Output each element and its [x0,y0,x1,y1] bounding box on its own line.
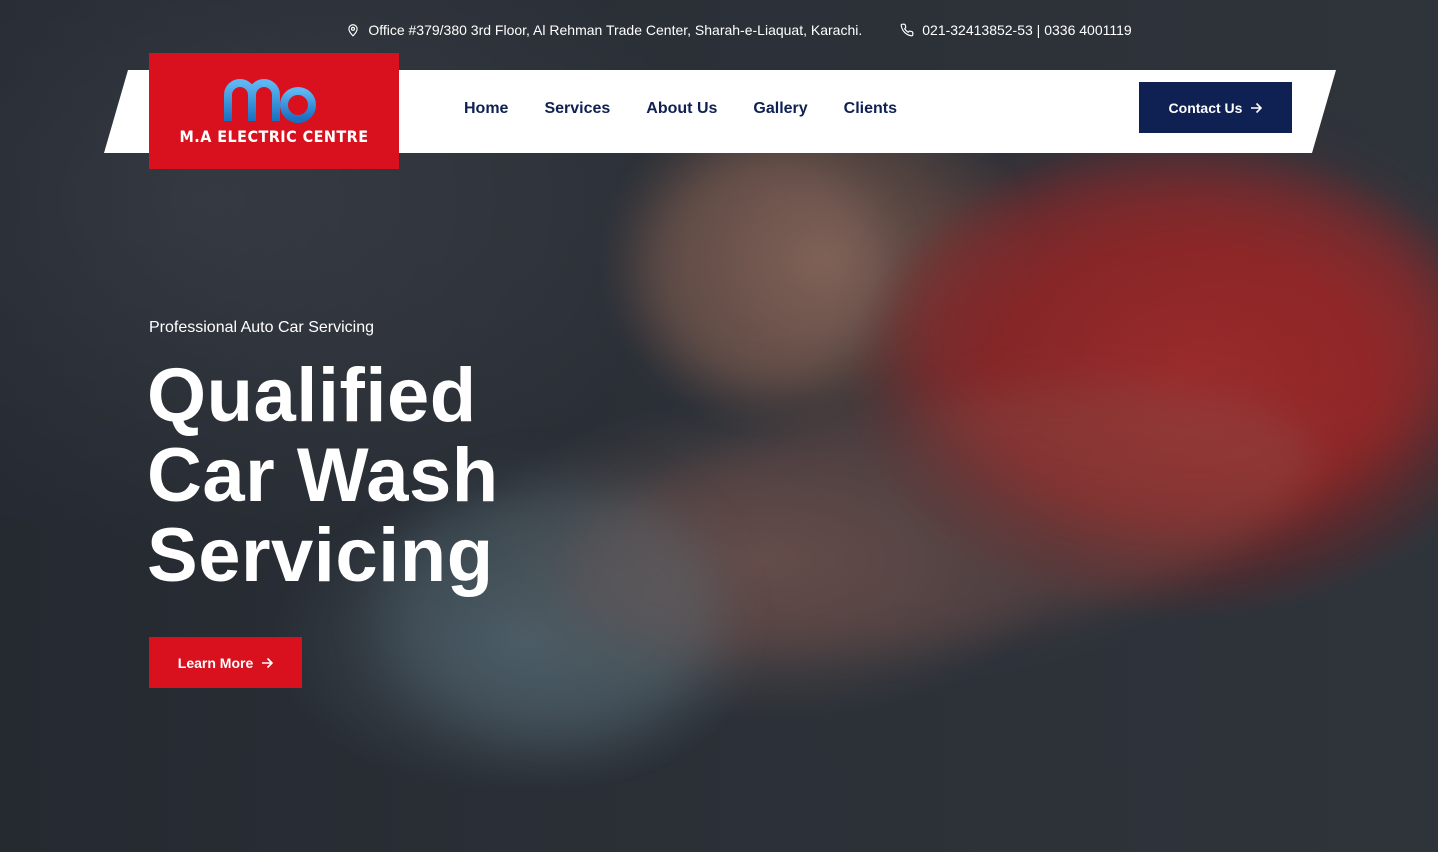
headline-line-3: Servicing [147,513,494,598]
nav-about-us[interactable]: About Us [646,100,717,118]
hero-headline: Qualified Car Wash Servicing [147,356,499,596]
nav-gallery[interactable]: Gallery [753,100,807,118]
address-info: Office #379/380 3rd Floor, Al Rehman Tra… [306,22,862,38]
learn-more-label: Learn More [177,654,254,671]
map-pin-icon [348,24,358,37]
nav-services[interactable]: Services [544,100,610,118]
phone-icon [900,23,914,37]
phone-info[interactable]: 021-32413852-53 | 0336 4001119 [900,22,1132,38]
arrow-right-icon [262,657,274,668]
main-nav: Home Services About Us Gallery Clients [464,100,897,118]
phone-text: 021-32413852-53 | 0336 4001119 [922,22,1132,38]
contact-us-button[interactable]: Contact Us [1139,82,1292,133]
hero-eyebrow: Professional Auto Car Servicing [149,319,374,336]
arrow-right-icon [1251,102,1263,113]
contact-us-label: Contact Us [1168,99,1243,116]
site-logo[interactable]: M.A ELECTRIC CENTRE [149,53,399,169]
learn-more-button[interactable]: Learn More [149,637,302,688]
headline-line-2: Car Wash [147,433,499,518]
nav-clients[interactable]: Clients [844,100,897,118]
top-info-bar: Office #379/380 3rd Floor, Al Rehman Tra… [0,18,1438,42]
nav-home[interactable]: Home [464,100,508,118]
headline-line-1: Qualified [147,353,477,438]
address-text: Office #379/380 3rd Floor, Al Rehman Tra… [368,22,863,38]
ma-logo-icon [224,78,316,123]
logo-text: M.A ELECTRIC CENTRE [179,126,369,146]
